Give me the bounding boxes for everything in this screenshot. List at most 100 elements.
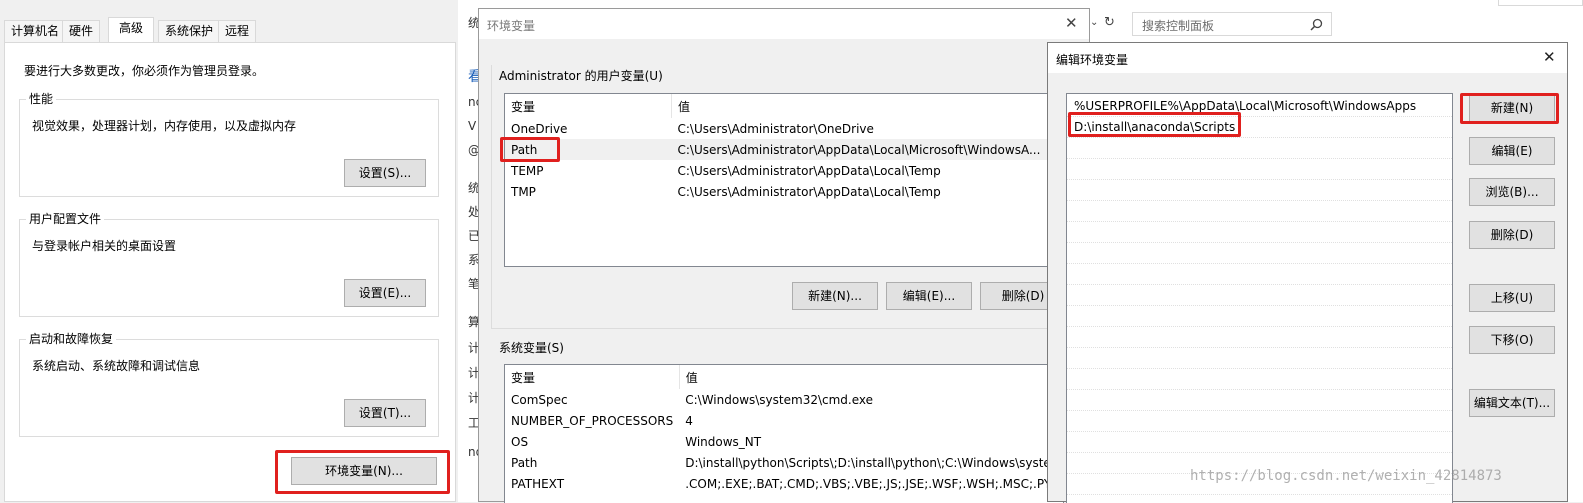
top-right-box <box>1498 0 1583 6</box>
table-row[interactable]: PATHEXT .COM;.EXE;.BAT;.CMD;.VBS;.VBE;.J… <box>505 473 1064 494</box>
var-value: .COM;.EXE;.BAT;.CMD;.VBS;.VBE;.JS;.JSE;.… <box>685 476 1064 491</box>
table-header: 变量 值 <box>505 94 1063 118</box>
list-item-empty[interactable] <box>1067 432 1452 453</box>
user-edit-button[interactable]: 编辑(E)... <box>886 282 972 310</box>
col-header-var[interactable]: 变量 <box>505 365 680 389</box>
list-item-empty[interactable] <box>1067 348 1452 369</box>
var-value: C:\Users\Administrator\OneDrive <box>677 121 874 136</box>
tab-system-protection[interactable]: 系统保护 <box>158 20 221 42</box>
var-name: OneDrive <box>511 121 568 136</box>
table-row-selected[interactable]: Path C:\Users\Administrator\AppData\Loca… <box>505 139 1063 160</box>
table-row[interactable]: OS Windows_NT <box>505 431 1063 452</box>
edit-titlebar: 编辑环境变量 ✕ <box>1048 43 1567 73</box>
system-vars-list[interactable]: 变量 值 ComSpec C:\Windows\system32\cmd.exe… <box>504 364 1064 503</box>
user-profile-group: 用户配置文件 与登录帐户相关的桌面设置 设置(E)... <box>19 212 439 317</box>
move-up-button[interactable]: 上移(U) <box>1469 284 1555 312</box>
list-item-empty[interactable] <box>1067 411 1452 432</box>
performance-title: 性能 <box>26 92 57 106</box>
path-entries-list[interactable]: %USERPROFILE%\AppData\Local\Microsoft\Wi… <box>1066 93 1453 503</box>
var-name: TEMP <box>511 163 544 178</box>
user-profile-settings-button[interactable]: 设置(E)... <box>344 279 426 307</box>
env-titlebar: 环境变量 ✕ <box>479 9 1089 39</box>
edit-edit-button[interactable]: 编辑(E) <box>1469 137 1555 165</box>
list-item-empty[interactable] <box>1067 180 1452 201</box>
close-icon[interactable]: ✕ <box>1065 14 1078 32</box>
highlight-new-entry <box>1068 112 1241 137</box>
system-vars-label: 系统变量(S) <box>499 341 564 355</box>
table-row[interactable]: TMP C:\Users\Administrator\AppData\Local… <box>505 181 1063 202</box>
var-name: ComSpec <box>511 392 568 407</box>
var-value: C:\Users\Administrator\AppData\Local\Tem… <box>677 163 941 178</box>
highlight-env-button <box>275 450 450 494</box>
performance-settings-button[interactable]: 设置(S)... <box>344 159 426 187</box>
close-icon[interactable]: ✕ <box>1543 48 1556 66</box>
startup-recovery-group: 启动和故障恢复 系统启动、系统故障和调试信息 设置(T)... <box>19 332 439 437</box>
edit-title: 编辑环境变量 <box>1056 53 1129 67</box>
startup-recovery-title: 启动和故障恢复 <box>26 332 117 346</box>
list-item-empty[interactable] <box>1067 138 1452 159</box>
search-box[interactable]: 搜索控制面板 <box>1132 12 1332 36</box>
var-name: Path <box>511 455 538 470</box>
system-vars-table: 变量 值 ComSpec C:\Windows\system32\cmd.exe… <box>505 365 1064 494</box>
edit-text-button[interactable]: 编辑文本(T)... <box>1469 389 1555 417</box>
move-down-button[interactable]: 下移(O) <box>1469 326 1555 354</box>
var-value: D:\install\python\Scripts\;D:\install\py… <box>685 455 1063 470</box>
var-name: NUMBER_OF_PROCESSORS <box>511 413 674 428</box>
tab-strip: 计算机名 硬件 高级 系统保护 远程 <box>0 0 458 44</box>
table-row[interactable]: Path D:\install\python\Scripts\;D:\insta… <box>505 452 1063 473</box>
env-title: 环境变量 <box>487 19 536 33</box>
user-profile-desc: 与登录帐户相关的桌面设置 <box>32 239 177 253</box>
table-row[interactable]: ComSpec C:\Windows\system32\cmd.exe <box>505 389 1063 410</box>
user-vars-list[interactable]: 变量 值 OneDrive C:\Users\Administrator\One… <box>504 93 1064 267</box>
user-new-button[interactable]: 新建(N)... <box>792 282 878 310</box>
list-item-empty[interactable] <box>1067 306 1452 327</box>
var-value: C:\Users\Administrator\AppData\Local\Tem… <box>677 184 941 199</box>
watermark: https://blog.csdn.net/weixin_42814873 <box>1190 468 1502 484</box>
search-placeholder: 搜索控制面板 <box>1142 19 1215 33</box>
tab-hardware[interactable]: 硬件 <box>62 20 101 42</box>
var-value: C:\Windows\system32\cmd.exe <box>685 392 874 407</box>
var-name: OS <box>511 434 529 449</box>
performance-desc: 视觉效果，处理器计划，内存使用，以及虚拟内存 <box>32 119 297 133</box>
list-item-empty[interactable] <box>1067 201 1452 222</box>
list-item-empty[interactable] <box>1067 222 1452 243</box>
var-value: C:\Users\Administrator\AppData\Local\Mic… <box>677 142 1041 157</box>
list-item-empty[interactable] <box>1067 159 1452 180</box>
advanced-panel: 要进行大多数更改，你必须作为管理员登录。 性能 视觉效果，处理器计划，内存使用，… <box>4 42 456 502</box>
refresh-icon[interactable]: ↻ <box>1104 15 1120 31</box>
table-header: 变量 值 <box>505 365 1063 389</box>
edit-delete-button[interactable]: 删除(D) <box>1469 221 1555 249</box>
dropdown-chevron-icon[interactable]: ⌄ <box>1090 15 1102 31</box>
list-item-empty[interactable] <box>1067 390 1452 411</box>
table-row[interactable]: TEMP C:\Users\Administrator\AppData\Loca… <box>505 160 1063 181</box>
startup-recovery-desc: 系统启动、系统故障和调试信息 <box>32 359 201 373</box>
tab-computer-name[interactable]: 计算机名 <box>4 20 67 42</box>
edit-env-variable-dialog: 编辑环境变量 ✕ %USERPROFILE%\AppData\Local\Mic… <box>1047 42 1568 503</box>
highlight-path-row <box>500 137 560 162</box>
var-name: TMP <box>511 184 536 199</box>
search-icon <box>1310 18 1323 34</box>
list-item-empty[interactable] <box>1067 369 1452 390</box>
environment-variables-dialog: 环境变量 ✕ Administrator 的用户变量(U) 变量 值 OneDr… <box>478 8 1090 503</box>
var-value: 4 <box>685 413 693 428</box>
list-item-empty[interactable] <box>1067 327 1452 348</box>
highlight-new-button <box>1460 93 1559 124</box>
var-value: Windows_NT <box>685 434 762 449</box>
var-name: PATHEXT <box>511 476 565 491</box>
performance-group: 性能 视觉效果，处理器计划，内存使用，以及虚拟内存 设置(S)... <box>19 92 439 197</box>
tab-advanced[interactable]: 高级 <box>108 17 155 43</box>
admin-note: 要进行大多数更改，你必须作为管理员登录。 <box>24 64 265 78</box>
col-header-val[interactable]: 值 <box>679 365 1063 389</box>
user-profile-title: 用户配置文件 <box>26 212 105 226</box>
col-header-val[interactable]: 值 <box>672 94 1064 118</box>
list-item-empty[interactable] <box>1067 285 1452 306</box>
startup-recovery-settings-button[interactable]: 设置(T)... <box>344 399 426 427</box>
list-item-empty[interactable] <box>1067 264 1452 285</box>
edit-browse-button[interactable]: 浏览(B)... <box>1469 178 1555 206</box>
list-item-empty[interactable] <box>1067 243 1452 264</box>
col-header-var[interactable]: 变量 <box>505 94 672 118</box>
tab-remote[interactable]: 远程 <box>218 20 257 42</box>
table-row[interactable]: NUMBER_OF_PROCESSORS 4 <box>505 410 1063 431</box>
user-vars-table: 变量 值 OneDrive C:\Users\Administrator\One… <box>505 94 1063 202</box>
table-row[interactable]: OneDrive C:\Users\Administrator\OneDrive <box>505 118 1063 139</box>
